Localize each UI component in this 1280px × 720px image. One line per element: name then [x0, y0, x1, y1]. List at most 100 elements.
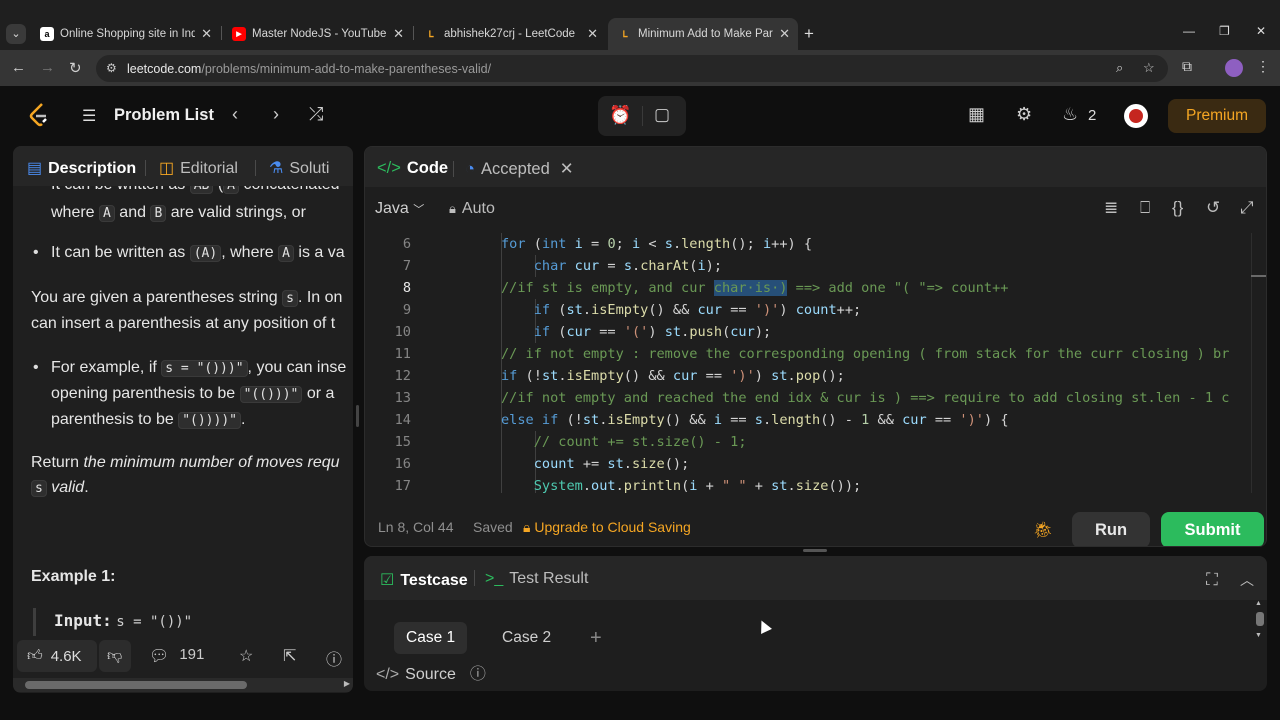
code-line: 12 if (!st.isEmpty() && cur == ')') st.po…	[394, 368, 845, 384]
zoom-icon[interactable]: ⌕	[1116, 60, 1123, 76]
user-avatar[interactable]	[1124, 104, 1148, 128]
close-tab-icon[interactable]: ✕	[201, 26, 212, 42]
auto-toggle[interactable]: 🔒︎ Auto	[449, 200, 495, 218]
prev-problem-icon[interactable]: ‹	[232, 104, 238, 125]
settings-gear-icon[interactable]: ⚙	[1016, 104, 1032, 125]
checkbox-icon: ☑	[380, 572, 395, 589]
upgrade-cloud-link[interactable]: 🔒︎ Upgrade to Cloud Saving	[523, 519, 691, 536]
tab-title: Minimum Add to Make Parenth	[638, 28, 773, 40]
tab-code[interactable]: </> Code	[377, 159, 448, 178]
scrollbar-thumb[interactable]	[25, 681, 247, 689]
url-text[interactable]: leetcode.com/problems/minimum-add-to-mak…	[127, 62, 491, 76]
tab-accepted[interactable]: ◔ Accepted ✕	[465, 159, 574, 179]
tab-title: Master NodeJS - YouTube	[252, 28, 387, 40]
problem-list-icon[interactable]: ☰	[82, 106, 96, 126]
close-tab-icon[interactable]: ✕	[779, 26, 790, 42]
comments-button[interactable]: 💬︎ 191	[149, 646, 204, 666]
cursor-position: Ln 8, Col 44	[378, 519, 454, 535]
panel-resize-handle-horizontal[interactable]	[803, 549, 827, 552]
next-problem-icon[interactable]: ›	[273, 104, 279, 125]
panel-resize-handle[interactable]	[356, 405, 359, 427]
editor-scroll-marker[interactable]	[1251, 275, 1266, 277]
site-info-icon[interactable]: ⚙	[106, 61, 117, 75]
like-button[interactable]: 👍︎ 4.6K	[17, 640, 97, 672]
share-icon[interactable]: ⇱	[283, 646, 296, 666]
format-lines-icon[interactable]: ≣	[1104, 198, 1118, 218]
browser-tab-amazon[interactable]: a Online Shopping site in India: S ✕	[30, 18, 220, 50]
tab-search-dropdown-icon[interactable]: ⌄	[6, 24, 26, 44]
profile-avatar[interactable]	[1225, 59, 1243, 77]
source-link[interactable]: </> Source ⓘ	[376, 660, 486, 684]
code-editor[interactable]: 6 for (int i = 0; i < s.length(); i++) { …	[365, 233, 1266, 493]
scroll-right-icon[interactable]: ▶	[344, 679, 350, 688]
run-button[interactable]: Run	[1072, 512, 1150, 546]
close-tab-icon[interactable]: ✕	[587, 26, 598, 42]
reload-icon[interactable]: ↻	[69, 59, 82, 77]
case-1-tab[interactable]: Case 1	[394, 622, 468, 654]
forward-icon[interactable]: →	[40, 59, 55, 76]
submit-button[interactable]: Submit	[1161, 512, 1264, 546]
tab-description[interactable]: ▤ Description	[27, 158, 136, 178]
amazon-icon: a	[40, 27, 54, 41]
reset-icon[interactable]: ↺	[1206, 198, 1220, 218]
horizontal-scrollbar[interactable]: ▶	[13, 678, 353, 692]
tab-editorial[interactable]: ◫ Editorial	[159, 158, 238, 178]
tab-solutions[interactable]: ⚗ Soluti	[269, 158, 329, 178]
bookmark-icon[interactable]: ⎕	[1140, 198, 1150, 218]
minimize-icon[interactable]: —	[1183, 24, 1195, 38]
favorite-star-icon[interactable]: ☆	[239, 646, 253, 666]
close-tab-icon[interactable]: ✕	[560, 160, 574, 178]
editor-status-bar: Ln 8, Col 44 Saved 🔒︎ Upgrade to Cloud S…	[365, 507, 1266, 546]
alarm-clock-icon[interactable]: ⏰	[609, 105, 631, 126]
help-icon[interactable]: ⓘ	[326, 646, 342, 670]
case-2-tab[interactable]: Case 2	[490, 622, 563, 654]
new-tab-icon[interactable]: +	[804, 24, 814, 44]
leetcode-logo[interactable]	[28, 102, 50, 128]
code-icon: </>	[377, 159, 401, 177]
expand-icon[interactable]: ⛶	[1206, 570, 1218, 590]
fullscreen-icon[interactable]: ⤢	[1240, 198, 1254, 218]
example-box: Input: s = "())"	[33, 608, 192, 636]
testcase-scrollbar[interactable]: ▲ ▼	[1254, 600, 1266, 648]
debugger-icon[interactable]: 🐞︎	[1033, 520, 1053, 540]
list-item-cont: where A and B are valid strings, or	[51, 204, 306, 222]
language-select[interactable]: Java ﹀	[375, 200, 424, 218]
streak-fire-icon[interactable]: ♨	[1062, 104, 1078, 125]
code-line: 15 // count += st.size() - 1;	[394, 434, 747, 450]
problem-list-link[interactable]: Problem List	[114, 106, 214, 125]
list-item: For example, if s = "()))", you can inse…	[31, 355, 353, 433]
collapse-icon[interactable]: ︿	[1240, 570, 1254, 590]
code-line: 9 if (st.isEmpty() && cur == ')') count+…	[402, 302, 862, 318]
url-bar[interactable]: ⚙ leetcode.com/problems/minimum-add-to-m…	[96, 55, 1168, 82]
code-icon: </>	[376, 666, 400, 683]
browser-tab-leetcode-profile[interactable]: ᒪ abhishek27crj - LeetCode Profil ✕	[414, 18, 606, 50]
extensions-icon[interactable]: ⧉	[1182, 58, 1192, 75]
flask-icon: ⚗	[269, 160, 284, 177]
browser-tab-youtube[interactable]: ▶ Master NodeJS - YouTube ✕	[222, 18, 412, 50]
youtube-icon: ▶	[232, 27, 246, 41]
code-line-current: 8//if st is empty, and cur char·is·) ==>…	[402, 280, 1009, 296]
tab-testcase[interactable]: ☑ Testcase	[380, 570, 468, 590]
description-panel: It can be written as AB (A concatenated …	[13, 146, 353, 693]
help-icon[interactable]: ⓘ	[470, 666, 486, 683]
dislike-button[interactable]: 👎︎	[99, 640, 131, 672]
add-case-icon[interactable]: +	[578, 622, 614, 654]
braces-icon[interactable]: {}	[1172, 198, 1183, 218]
close-tab-icon[interactable]: ✕	[393, 26, 404, 42]
description-tabs: ▤ Description ◫ Editorial ⚗ Soluti	[13, 146, 353, 186]
restore-icon[interactable]: ❐	[1219, 24, 1230, 38]
bookmark-star-icon[interactable]: ☆	[1143, 60, 1155, 76]
tab-test-result[interactable]: >_ Test Result	[485, 570, 588, 588]
book-icon: ◫	[159, 160, 175, 177]
close-window-icon[interactable]: ✕	[1256, 24, 1266, 38]
timer-notes-group: ⏰ ▢	[598, 96, 686, 136]
note-icon[interactable]: ▢	[654, 105, 670, 125]
browser-tab-active[interactable]: ᒪ Minimum Add to Make Parenth ✕	[608, 18, 798, 50]
premium-button[interactable]: Premium	[1168, 99, 1266, 133]
layout-icon[interactable]: ▦	[968, 104, 985, 125]
lock-icon: 🔒︎	[523, 519, 531, 535]
back-icon[interactable]: ←	[11, 59, 26, 76]
menu-kebab-icon[interactable]: ⋮	[1256, 58, 1270, 75]
shuffle-icon[interactable]: ⤮	[309, 104, 323, 125]
description-icon: ▤	[27, 160, 43, 177]
